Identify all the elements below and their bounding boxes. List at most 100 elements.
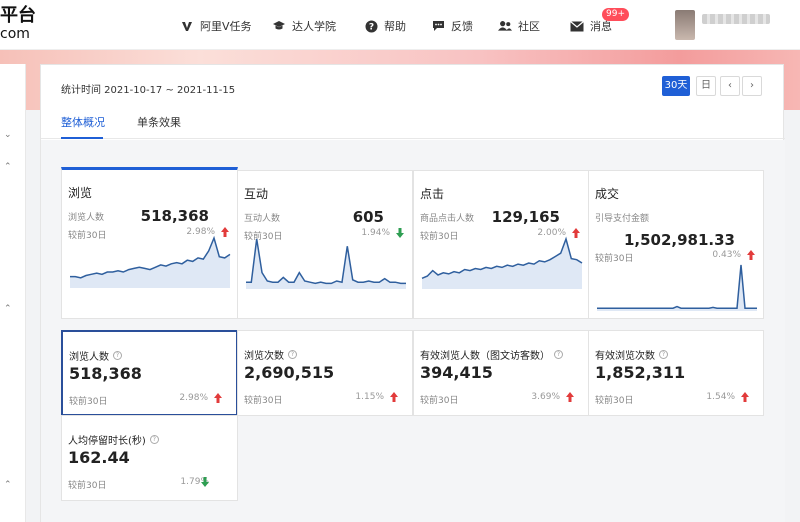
metric-card-effective-users[interactable]: 有效浏览人数（图文访客数）? 394,415 较前30日 3.69% — [413, 330, 589, 416]
metric-title-row: 有效浏览人数（图文访客数）? — [420, 347, 563, 362]
metric-card-browse-count[interactable]: 浏览次数? 2,690,515 较前30日 1.15% — [237, 330, 413, 416]
analytics-panel: 统计时间 2021-10-17 ~ 2021-11-15 30天 日 ‹ › 整… — [40, 64, 785, 522]
range-30-days-button[interactable]: 30天 — [662, 76, 690, 96]
metric-value: 394,415 — [420, 363, 493, 382]
metric-title: 成交 — [595, 187, 620, 201]
nav-item-v-task[interactable]: 阿里V任务 — [180, 17, 252, 35]
metric-title: 有效浏览次数 — [595, 351, 655, 362]
metric-value: 605 — [352, 208, 384, 226]
metric-compare-label: 较前30日 — [595, 396, 634, 406]
chevron-up-icon[interactable]: ⌃ — [4, 304, 12, 314]
avatar[interactable] — [675, 10, 695, 40]
metric-title: 浏览人数 — [69, 352, 109, 363]
nav-item-label: 帮助 — [384, 20, 406, 33]
range-day-button[interactable]: 日 — [696, 76, 716, 96]
brand-name-line2: com — [0, 26, 30, 42]
help-icon[interactable]: ? — [149, 435, 159, 444]
metric-card-avg-stay[interactable]: 人均停留时长(秒)? 162.44 较前30日 1.79% — [61, 415, 238, 501]
metric-value: 518,368 — [69, 364, 142, 383]
metric-title-row: 浏览次数? — [244, 347, 297, 362]
metric-change: 1.15% — [355, 392, 384, 402]
metric-compare-label: 较前30日 — [420, 396, 459, 406]
nav-item-label: 达人学院 — [292, 20, 336, 33]
metric-title: 人均停留时长(秒) — [68, 436, 146, 447]
trend-up-icon — [214, 393, 222, 403]
chat-icon — [431, 19, 445, 33]
metric-value: 518,368 — [140, 207, 209, 225]
tab-bar: 整体概况 单条效果 — [41, 107, 785, 139]
help-icon[interactable]: ? — [554, 350, 563, 359]
sparkline-browse — [70, 235, 231, 288]
metric-change: 3.69% — [531, 392, 560, 402]
help-icon[interactable]: ? — [659, 350, 668, 359]
metric-card-interaction[interactable]: 互动 互动人数 605 较前30日 1.94% — [237, 170, 413, 319]
metric-card-deal[interactable]: 成交 引导支付金额 1,502,981.33 较前30日 0.43% — [588, 170, 764, 319]
metric-title-row: 有效浏览次数? — [595, 347, 668, 362]
nav-item-label: 反馈 — [451, 20, 473, 33]
brand-logo[interactable]: 平台 com — [0, 5, 36, 43]
username-blurred[interactable] — [702, 14, 770, 24]
chevron-up-icon[interactable]: ⌃ — [4, 162, 12, 172]
sparkline-click — [421, 236, 583, 289]
nav-item-feedback[interactable]: 反馈 — [431, 17, 473, 35]
svg-text:?: ? — [368, 22, 373, 32]
metric-sub: 互动人数 — [244, 214, 281, 224]
sparkline-area — [70, 238, 230, 288]
metric-title: 点击 — [420, 187, 445, 201]
metric-card-browse-users[interactable]: 浏览人数? 518,368 较前30日 2.98% — [61, 330, 238, 416]
metric-compare-label: 较前30日 — [68, 481, 107, 491]
trend-up-icon — [390, 392, 398, 402]
metric-card-click[interactable]: 点击 商品点击人数 129,165 较前30日 2.00% — [413, 170, 589, 319]
metric-value: 162.44 — [68, 448, 130, 467]
sparkline-area — [597, 265, 757, 311]
top-nav: 平台 com 阿里V任务 达人学院 ? 帮助 反馈 社区 消息 99+ — [0, 0, 800, 50]
metric-sub: 引导支付金额 — [595, 214, 650, 224]
tab-overview[interactable]: 整体概况 — [61, 114, 105, 130]
metric-title: 浏览 — [68, 186, 93, 200]
metric-sub: 商品点击人数 — [420, 214, 475, 224]
question-icon: ? — [364, 19, 378, 33]
metric-value: 1,852,311 — [595, 363, 686, 382]
graduation-cap-icon — [272, 19, 286, 33]
metric-card-browse[interactable]: 浏览 浏览人数 518,368 较前30日 2.98% — [61, 167, 238, 319]
trend-down-icon — [201, 477, 209, 487]
metric-title: 互动 — [244, 187, 269, 201]
metric-compare-label: 较前30日 — [244, 396, 283, 406]
active-tab-indicator — [61, 137, 103, 139]
nav-item-academy[interactable]: 达人学院 — [272, 17, 336, 35]
nav-item-community[interactable]: 社区 — [498, 17, 540, 35]
sparkline-line — [597, 264, 757, 309]
sparkline-deal — [597, 264, 757, 311]
metric-compare-label: 较前30日 — [69, 397, 108, 407]
trend-up-icon — [566, 392, 574, 402]
metric-title-row: 浏览人数? — [69, 348, 122, 363]
users-icon — [498, 19, 512, 33]
metric-title: 浏览次数 — [244, 351, 284, 362]
sparkline-line — [246, 238, 406, 285]
left-sidebar: ⌄ ⌃ ⌃ ⌃ — [0, 64, 26, 522]
metric-sub: 浏览人数 — [68, 213, 105, 223]
metric-change: 1.54% — [706, 392, 735, 402]
prev-period-button[interactable]: ‹ — [720, 76, 740, 96]
nav-item-help[interactable]: ? 帮助 — [364, 17, 406, 35]
metric-change: 2.98% — [179, 393, 208, 403]
metric-title-row: 人均停留时长(秒)? — [68, 432, 159, 447]
trend-up-icon — [741, 392, 749, 402]
chevron-up-icon[interactable]: ⌃ — [4, 480, 12, 490]
help-icon[interactable]: ? — [288, 350, 297, 359]
metric-value: 129,165 — [491, 208, 560, 226]
metric-card-effective-count[interactable]: 有效浏览次数? 1,852,311 较前30日 1.54% — [588, 330, 764, 416]
metric-value: 2,690,515 — [244, 363, 335, 382]
next-period-button[interactable]: › — [742, 76, 762, 96]
brand-name-line1: 平台 — [0, 5, 36, 26]
metric-title: 有效浏览人数（图文访客数） — [420, 351, 550, 362]
help-icon[interactable]: ? — [113, 351, 122, 360]
stat-period: 统计时间 2021-10-17 ~ 2021-11-15 — [61, 85, 236, 96]
tab-single-effect[interactable]: 单条效果 — [137, 114, 181, 130]
metric-value: 1,502,981.33 — [623, 231, 735, 249]
nav-item-label: 社区 — [518, 20, 540, 33]
v-logo-icon — [180, 19, 194, 33]
nav-item-label: 阿里V任务 — [200, 20, 252, 33]
chevron-down-icon[interactable]: ⌄ — [4, 130, 12, 140]
sparkline-area — [422, 239, 582, 289]
